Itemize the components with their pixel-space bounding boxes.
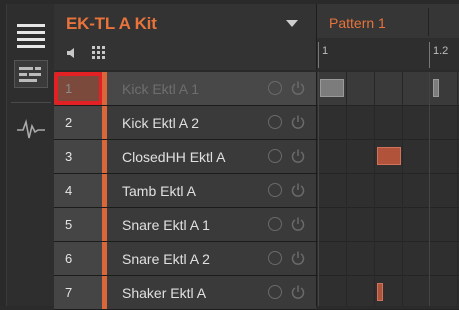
mute-icon[interactable] [268,115,282,129]
group-title[interactable]: EK-TL A Kit [66,14,157,34]
power-icon[interactable] [290,148,306,164]
mixer-view-button[interactable] [14,60,48,88]
grid-line [457,72,458,306]
speaker-icon [67,48,74,58]
sound-row-5[interactable]: 5 Snare Ektl A 1 [54,208,316,242]
sound-row-7[interactable]: 7 Shaker Ektl A [54,276,316,310]
mute-icon[interactable] [268,81,282,95]
grid-line [374,72,375,306]
note-event[interactable] [377,147,401,165]
sound-color-strip [102,208,107,241]
list-view-icon [17,24,45,48]
sound-slot-number[interactable]: 4 [54,174,102,207]
power-icon[interactable] [290,114,306,130]
sound-row-6[interactable]: 6 Snare Ektl A 2 [54,242,316,276]
sound-color-strip [102,106,107,139]
slot-label: 3 [65,149,73,164]
divider [428,8,429,36]
pattern-title[interactable]: Pattern 1 [329,15,386,31]
grid-row [317,208,459,242]
pad-grid-button[interactable] [92,46,106,65]
grid-row [317,174,459,208]
slot-label: 6 [65,251,73,266]
mute-icon[interactable] [268,149,282,163]
mute-icon[interactable] [268,251,282,265]
sampler-window: EK-TL A Kit Pattern 1 1 1.2 1 Kick Ektl … [0,0,459,310]
sound-name[interactable]: Kick Ektl A 1 [122,81,264,97]
sound-slot-number[interactable]: 3 [54,140,102,173]
mute-icon[interactable] [268,285,282,299]
slot-label: 5 [65,217,73,232]
group-header: EK-TL A Kit [54,4,316,70]
note-event[interactable] [433,79,439,97]
grid-line [429,72,430,306]
sound-slot-number[interactable]: 7 [54,276,102,309]
slot-label: 2 [65,115,73,130]
ruler-tick [429,42,430,68]
grid-row [317,276,459,310]
mute-icon[interactable] [268,183,282,197]
sound-row-1[interactable]: 1 Kick Ektl A 1 [54,72,316,106]
sound-list: 1 Kick Ektl A 1 2 Kick Ektl A 2 3 Closed… [54,72,316,310]
power-icon[interactable] [290,80,306,96]
selection-highlight [54,72,103,105]
slot-label: 7 [65,285,73,300]
sound-name[interactable]: ClosedHH Ektl A [122,149,264,165]
note-event[interactable] [320,79,344,97]
pattern-title-bar[interactable]: Pattern 1 [317,4,459,38]
ruler-label-1-2: 1.2 [433,45,449,57]
sound-name[interactable]: Kick Ektl A 2 [122,115,264,131]
grid-icon [92,46,105,59]
sound-color-strip [102,140,107,173]
divider [11,102,51,103]
mute-icon[interactable] [268,217,282,231]
sound-name[interactable]: Snare Ektl A 1 [122,217,264,233]
speaker-button[interactable] [66,46,80,65]
power-icon[interactable] [290,250,306,266]
view-switcher [6,4,55,306]
list-view-button[interactable] [13,16,49,52]
sound-row-3[interactable]: 3 ClosedHH Ektl A [54,140,316,174]
power-icon[interactable] [290,182,306,198]
sound-name[interactable]: Snare Ektl A 2 [122,251,264,267]
step-grid[interactable] [316,72,459,310]
power-icon[interactable] [290,284,306,300]
sound-row-2[interactable]: 2 Kick Ektl A 2 [54,106,316,140]
mixer-view-icon [19,67,41,82]
sound-row-4[interactable]: 4 Tamb Ektl A [54,174,316,208]
ruler-tick [318,42,319,68]
sound-color-strip [102,72,107,105]
waveform-icon [17,119,45,139]
grid-line [318,72,319,306]
grid-line [402,72,403,306]
sound-slot-number[interactable]: 2 [54,106,102,139]
sound-name[interactable]: Shaker Ektl A [122,285,264,301]
note-event[interactable] [377,283,383,301]
sound-name[interactable]: Tamb Ektl A [122,183,264,199]
sound-slot-number[interactable]: 5 [54,208,102,241]
pattern-header: Pattern 1 1 1.2 [316,4,459,70]
ruler-label-1: 1 [322,45,329,57]
sound-color-strip [102,276,107,309]
grid-line [346,72,347,306]
sound-color-strip [102,242,107,275]
grid-row [317,242,459,276]
sound-slot-number[interactable]: 6 [54,242,102,275]
timeline-ruler[interactable]: 1 1.2 [317,42,459,70]
slot-label: 4 [65,183,73,198]
power-icon[interactable] [290,216,306,232]
sound-color-strip [102,174,107,207]
chevron-down-icon[interactable] [286,20,298,27]
grid-row [317,106,459,140]
waveform-view-button[interactable] [13,112,49,148]
